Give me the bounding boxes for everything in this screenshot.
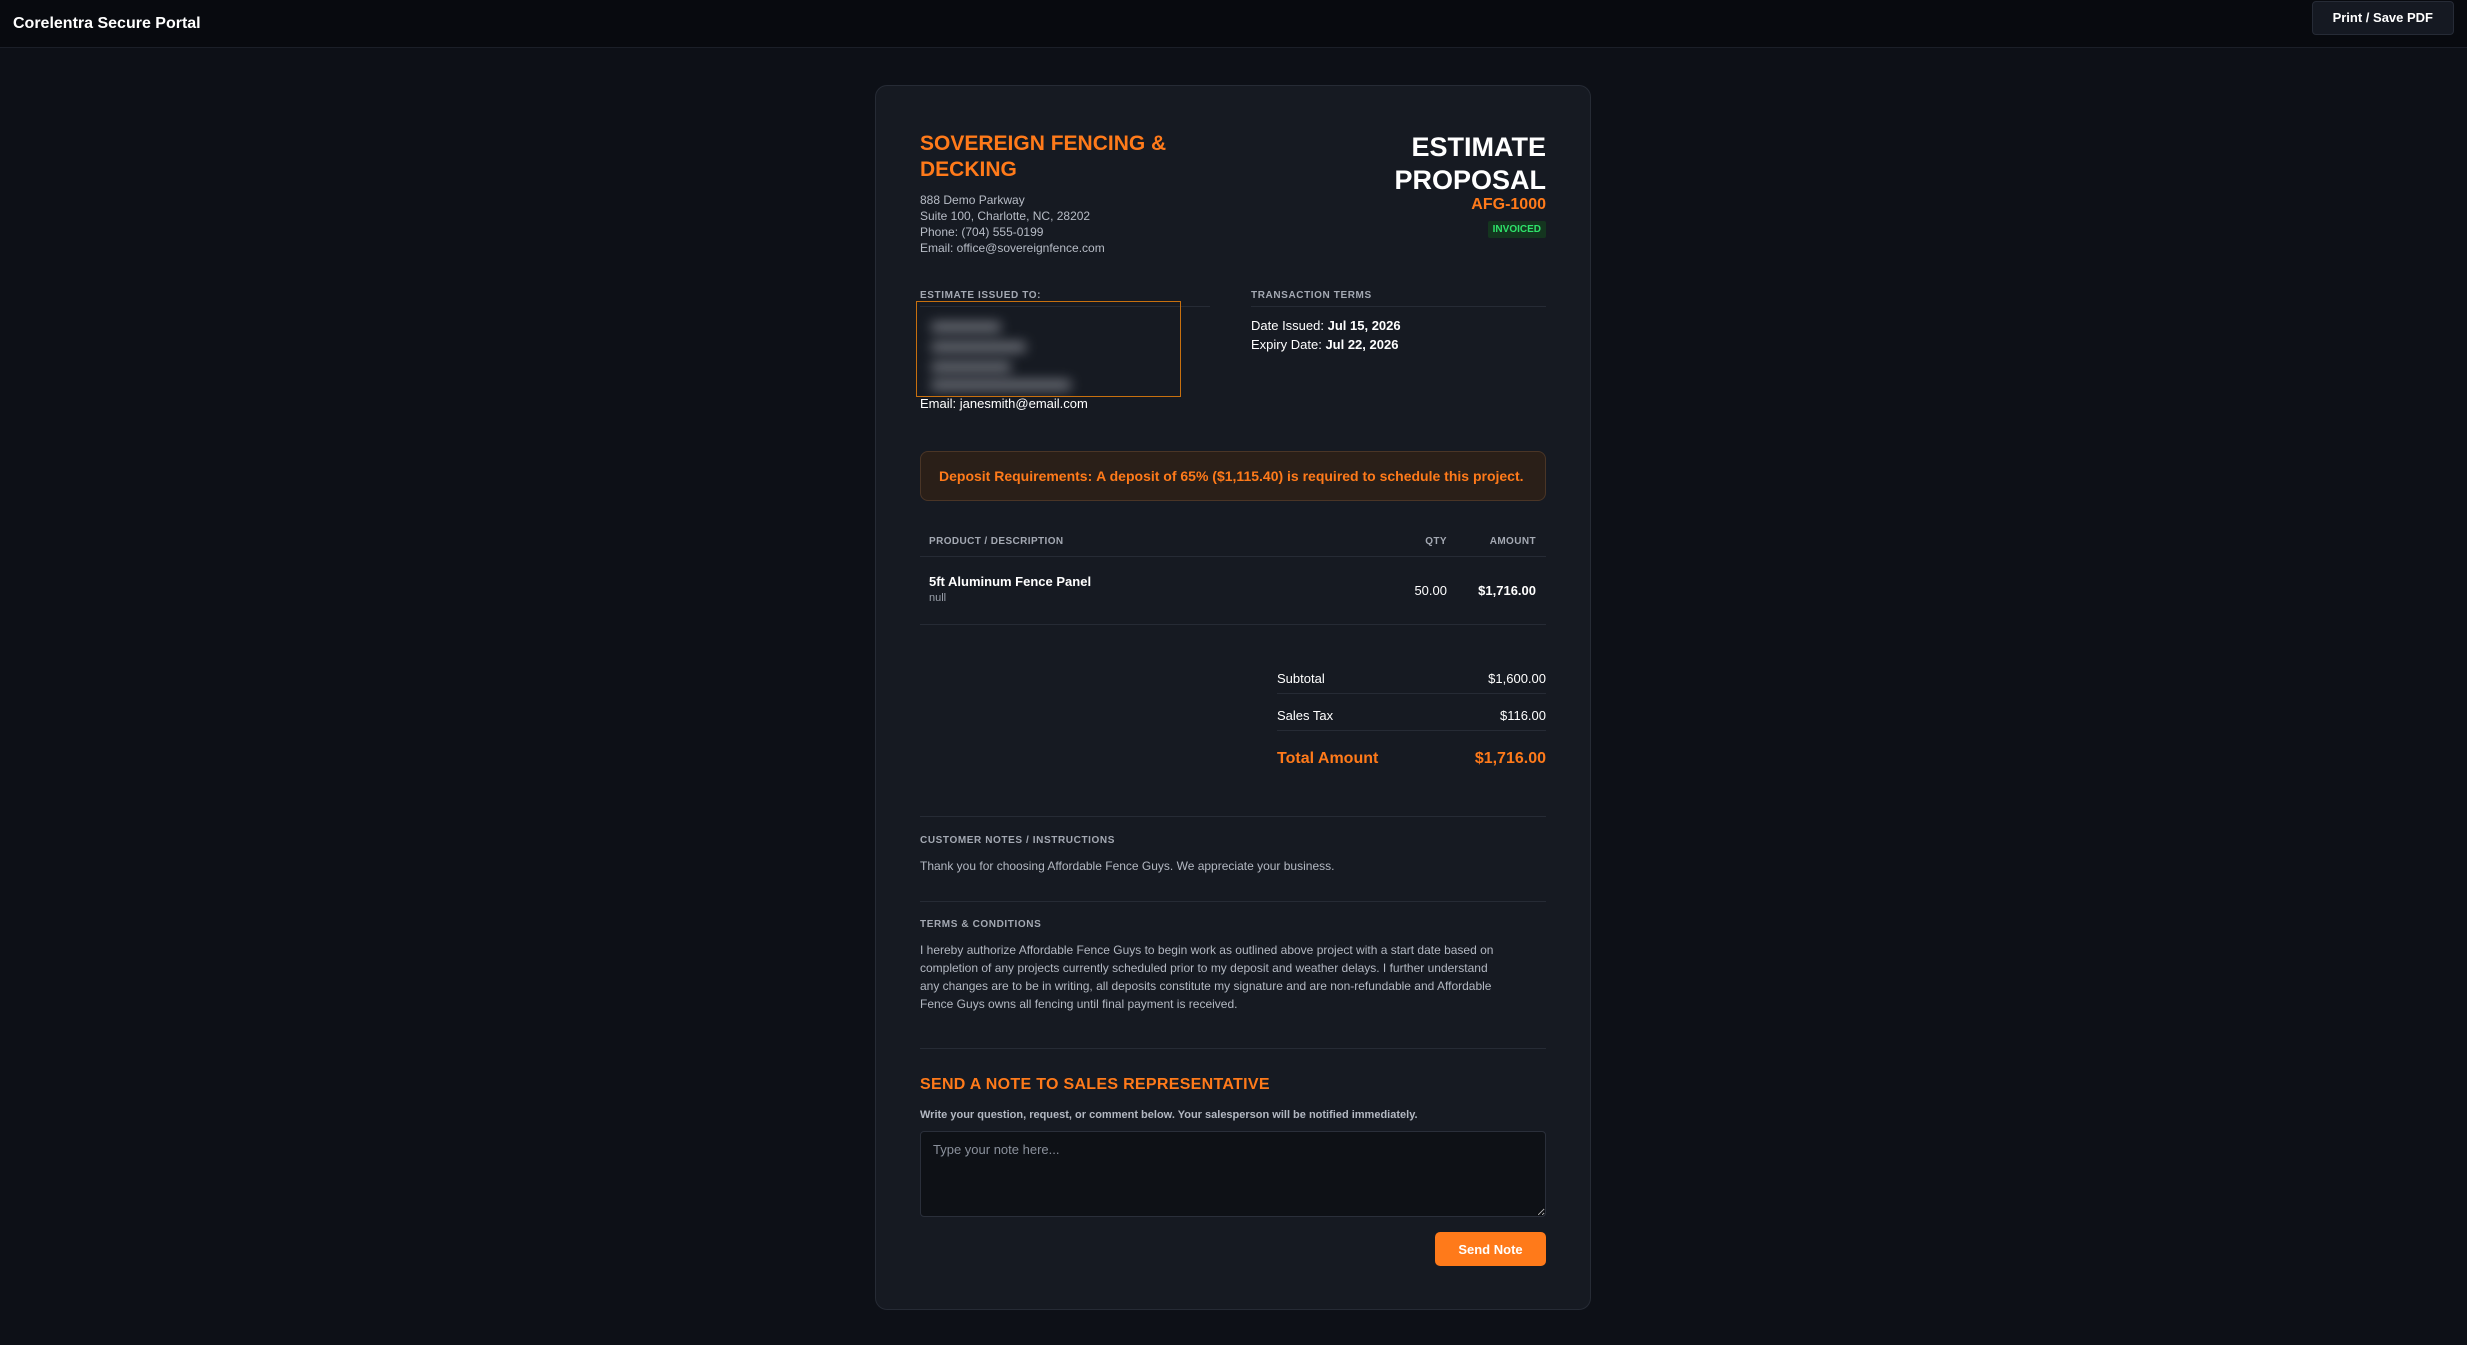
terms-conditions-label: TERMS & CONDITIONS: [920, 919, 1042, 930]
estimate-document: SOVEREIGN FENCING & DECKING 888 Demo Par…: [875, 85, 1591, 1310]
print-save-pdf-button[interactable]: Print / Save PDF: [2311, 0, 2454, 35]
status-badge: INVOICED: [1487, 221, 1546, 238]
table-row: 5ft Aluminum Fence Panel null 50.00 $1,7…: [920, 557, 1546, 611]
sales-tax-value: $116.00: [1499, 708, 1546, 723]
subtotal-value: $1,600.00: [1488, 671, 1546, 686]
deposit-requirements-banner: Deposit Requirements: A deposit of 65% (…: [920, 451, 1546, 501]
send-note-button[interactable]: Send Note: [1435, 1232, 1546, 1266]
issued-to-label: ESTIMATE ISSUED TO:: [920, 290, 1042, 301]
note-textarea[interactable]: [920, 1131, 1546, 1217]
item-description: null: [929, 592, 947, 604]
customer-notes-text: Thank you for choosing Affordable Fence …: [920, 859, 1335, 873]
company-address-line1: 888 Demo Parkway: [920, 193, 1025, 207]
item-amount: $1,716.00: [1478, 583, 1536, 598]
document-title: ESTIMATE PROPOSAL: [1394, 132, 1546, 195]
divider: [920, 1048, 1546, 1049]
divider: [1277, 693, 1546, 694]
document-number: AFG-1000: [1471, 196, 1546, 213]
column-header-amount: AMOUNT: [1489, 536, 1536, 547]
expiry-date: Expiry Date: Jul 22, 2026: [1251, 337, 1399, 352]
item-name: 5ft Aluminum Fence Panel: [929, 574, 1092, 589]
top-bar: Corelentra Secure Portal Print / Save PD…: [0, 0, 2467, 48]
divider: [1251, 306, 1546, 307]
transaction-terms-label: TRANSACTION TERMS: [1251, 290, 1372, 301]
column-header-qty: QTY: [1425, 536, 1447, 547]
send-note-subtext: Write your question, request, or comment…: [920, 1109, 1418, 1121]
customer-email: Email: janesmith@email.com: [920, 396, 1088, 411]
item-qty: 50.00: [1414, 583, 1447, 598]
total-amount-value: $1,716.00: [1474, 750, 1546, 767]
total-amount-label: Total Amount: [1277, 750, 1379, 767]
divider: [1277, 730, 1546, 731]
date-issued: Date Issued: Jul 15, 2026: [1251, 318, 1401, 333]
subtotal-label: Subtotal: [1277, 671, 1325, 686]
portal-title: Corelentra Secure Portal: [13, 14, 201, 32]
divider: [920, 816, 1546, 817]
send-note-heading: SEND A NOTE TO SALES REPRESENTATIVE: [920, 1076, 1270, 1093]
divider: [920, 901, 1546, 902]
column-header-description: PRODUCT / DESCRIPTION: [929, 536, 1064, 547]
divider: [920, 624, 1546, 625]
sales-tax-label: Sales Tax: [1277, 708, 1334, 723]
company-email: Email: office@sovereignfence.com: [920, 241, 1105, 255]
company-phone: Phone: (704) 555-0199: [920, 225, 1044, 239]
customer-notes-label: CUSTOMER NOTES / INSTRUCTIONS: [920, 835, 1116, 846]
company-address-line2: Suite 100, Charlotte, NC, 28202: [920, 209, 1091, 223]
terms-conditions-text: I hereby authorize Affordable Fence Guys…: [920, 943, 1494, 1011]
company-name: SOVEREIGN FENCING & DECKING: [920, 132, 1167, 181]
redacted-customer-info: [916, 301, 1181, 397]
